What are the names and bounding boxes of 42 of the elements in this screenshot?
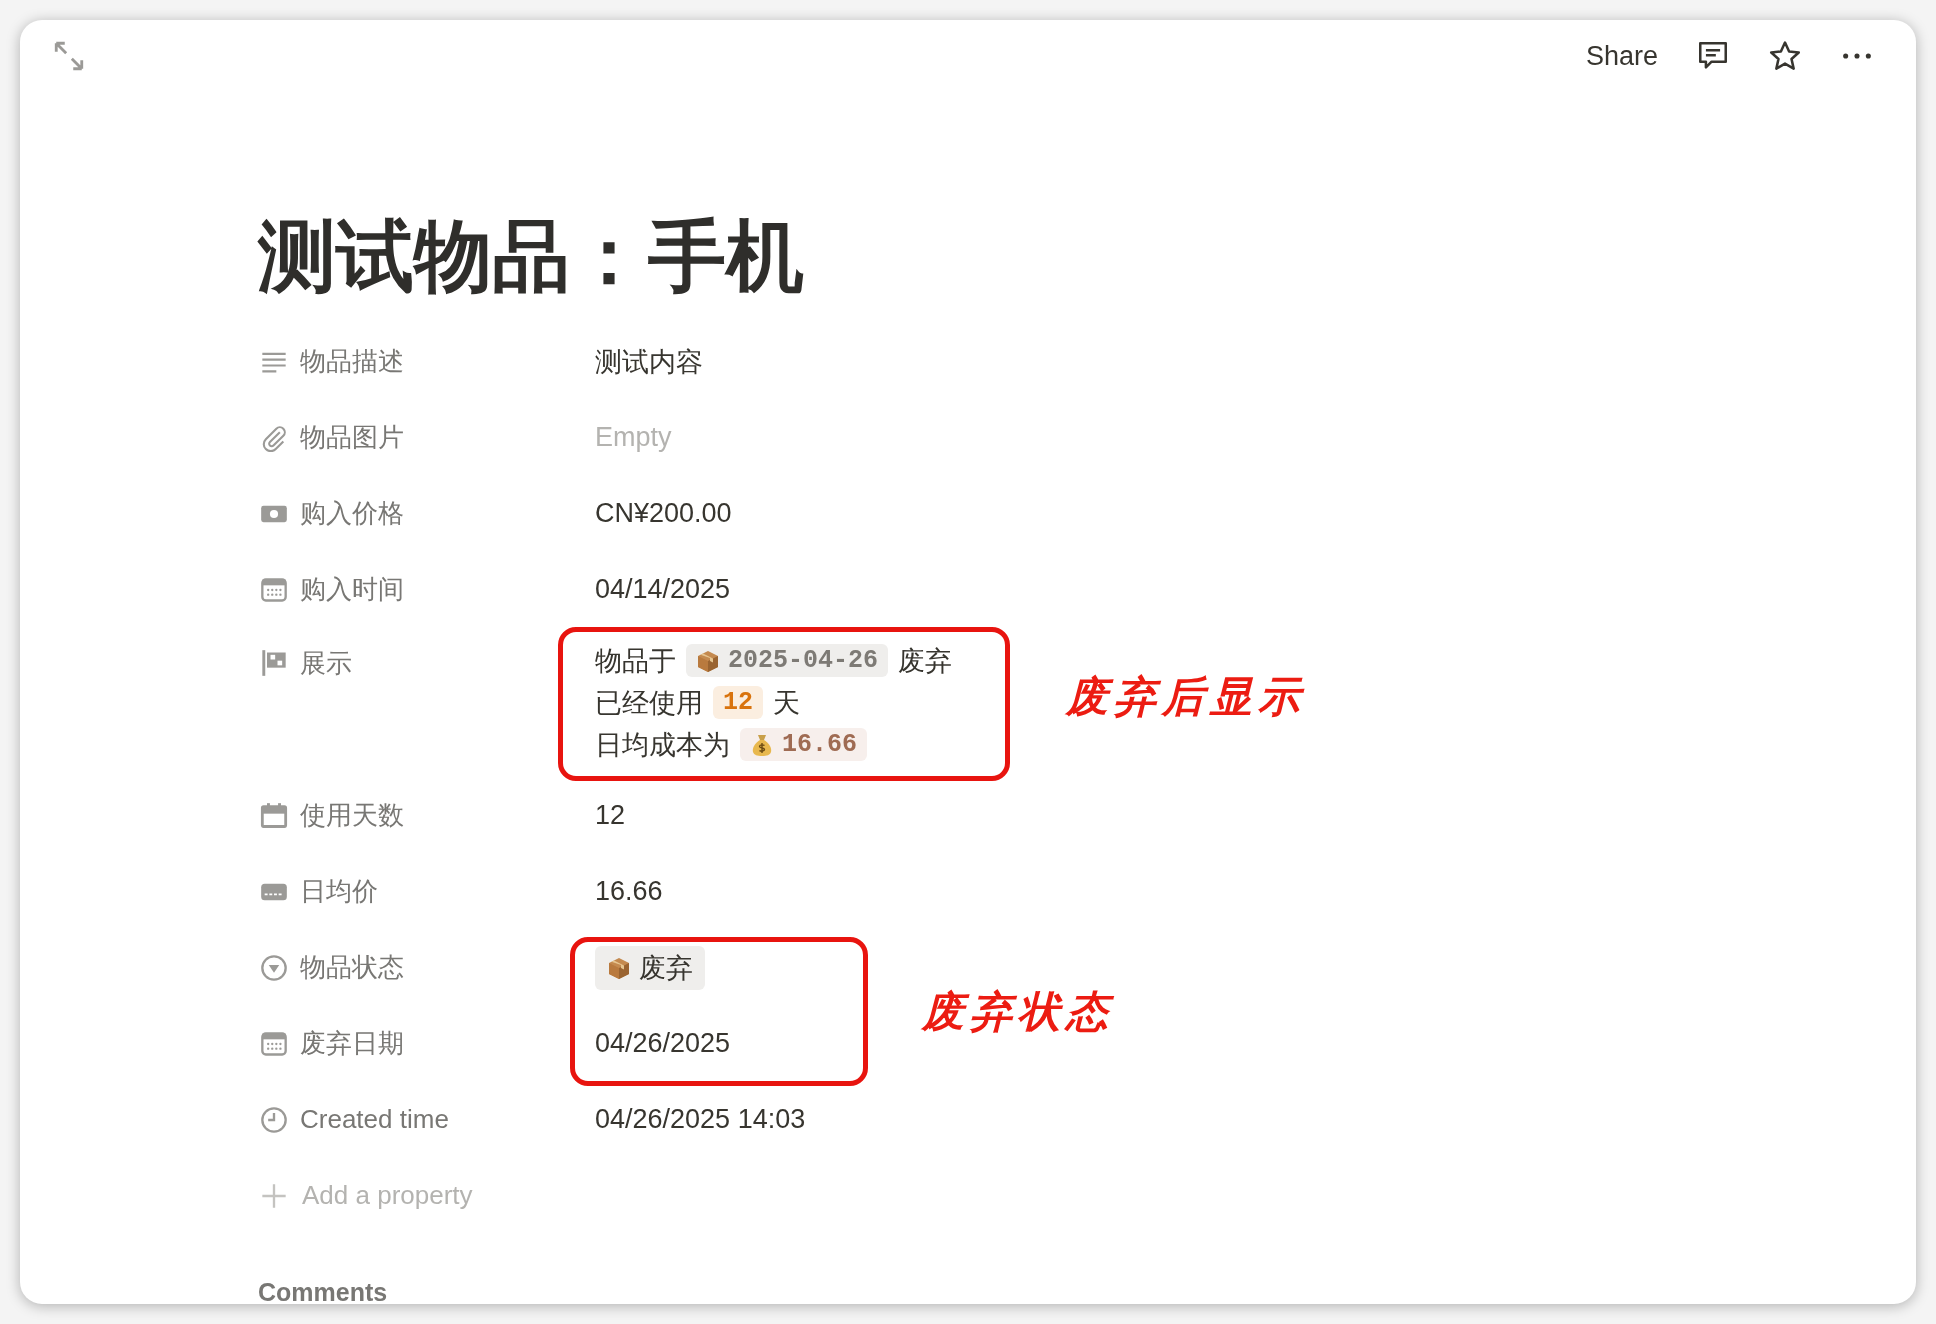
display-text: 天 xyxy=(773,686,800,720)
property-value[interactable]: 16.66 xyxy=(595,876,663,908)
property-label[interactable]: 使用天数 xyxy=(300,798,404,834)
date-chip: 2025-04-26 xyxy=(686,644,889,678)
property-value[interactable]: 04/14/2025 xyxy=(595,574,731,606)
day-count-chip: 12 xyxy=(713,686,763,720)
property-label[interactable]: Created time xyxy=(300,1104,449,1136)
dropdown-circle-icon xyxy=(260,953,288,982)
share-button[interactable]: Share xyxy=(1575,34,1668,78)
property-value[interactable]: 04/26/2025 xyxy=(595,1028,731,1060)
property-label[interactable]: 展示 xyxy=(300,645,352,681)
property-value[interactable]: 测试内容 xyxy=(595,343,703,380)
calendar-icon xyxy=(260,575,288,604)
plus-icon xyxy=(260,1181,288,1210)
property-label[interactable]: 物品描述 xyxy=(300,344,404,380)
property-label[interactable]: 购入时间 xyxy=(300,572,404,608)
status-tag[interactable]: 废弃 xyxy=(595,945,705,990)
calendar-icon xyxy=(260,1029,288,1058)
flag-icon xyxy=(260,649,288,678)
display-text: 物品于 xyxy=(595,644,676,678)
display-text: 废弃 xyxy=(898,644,953,678)
calendar-icon xyxy=(260,801,288,830)
box-icon xyxy=(696,648,720,673)
display-text: 日均成本为 xyxy=(595,728,730,762)
property-label[interactable]: 购入价格 xyxy=(300,496,404,532)
property-label[interactable]: 物品状态 xyxy=(300,950,404,986)
property-value[interactable]: 12 xyxy=(595,800,626,832)
property-label[interactable]: 废弃日期 xyxy=(300,1026,404,1062)
display-text: 已经使用 xyxy=(595,686,703,720)
property-label[interactable]: 物品图片 xyxy=(300,420,404,456)
box-icon xyxy=(607,955,631,980)
property-value[interactable]: 04/26/2025 14:03 xyxy=(595,1104,806,1136)
annotation-text: 废弃状态 xyxy=(922,985,1114,1038)
page-title: 测试物品：手机 xyxy=(258,211,805,302)
property-value[interactable]: CN¥200.00 xyxy=(595,498,732,530)
clock-icon xyxy=(260,1105,288,1134)
annotation-text: 废弃后显示 xyxy=(1066,670,1306,723)
property-label[interactable]: 日均价 xyxy=(300,874,378,910)
money-bag-icon xyxy=(750,732,774,757)
paperclip-icon xyxy=(260,423,288,452)
cost-chip: 16.66 xyxy=(740,728,867,762)
comments-heading: Comments xyxy=(258,1277,389,1304)
